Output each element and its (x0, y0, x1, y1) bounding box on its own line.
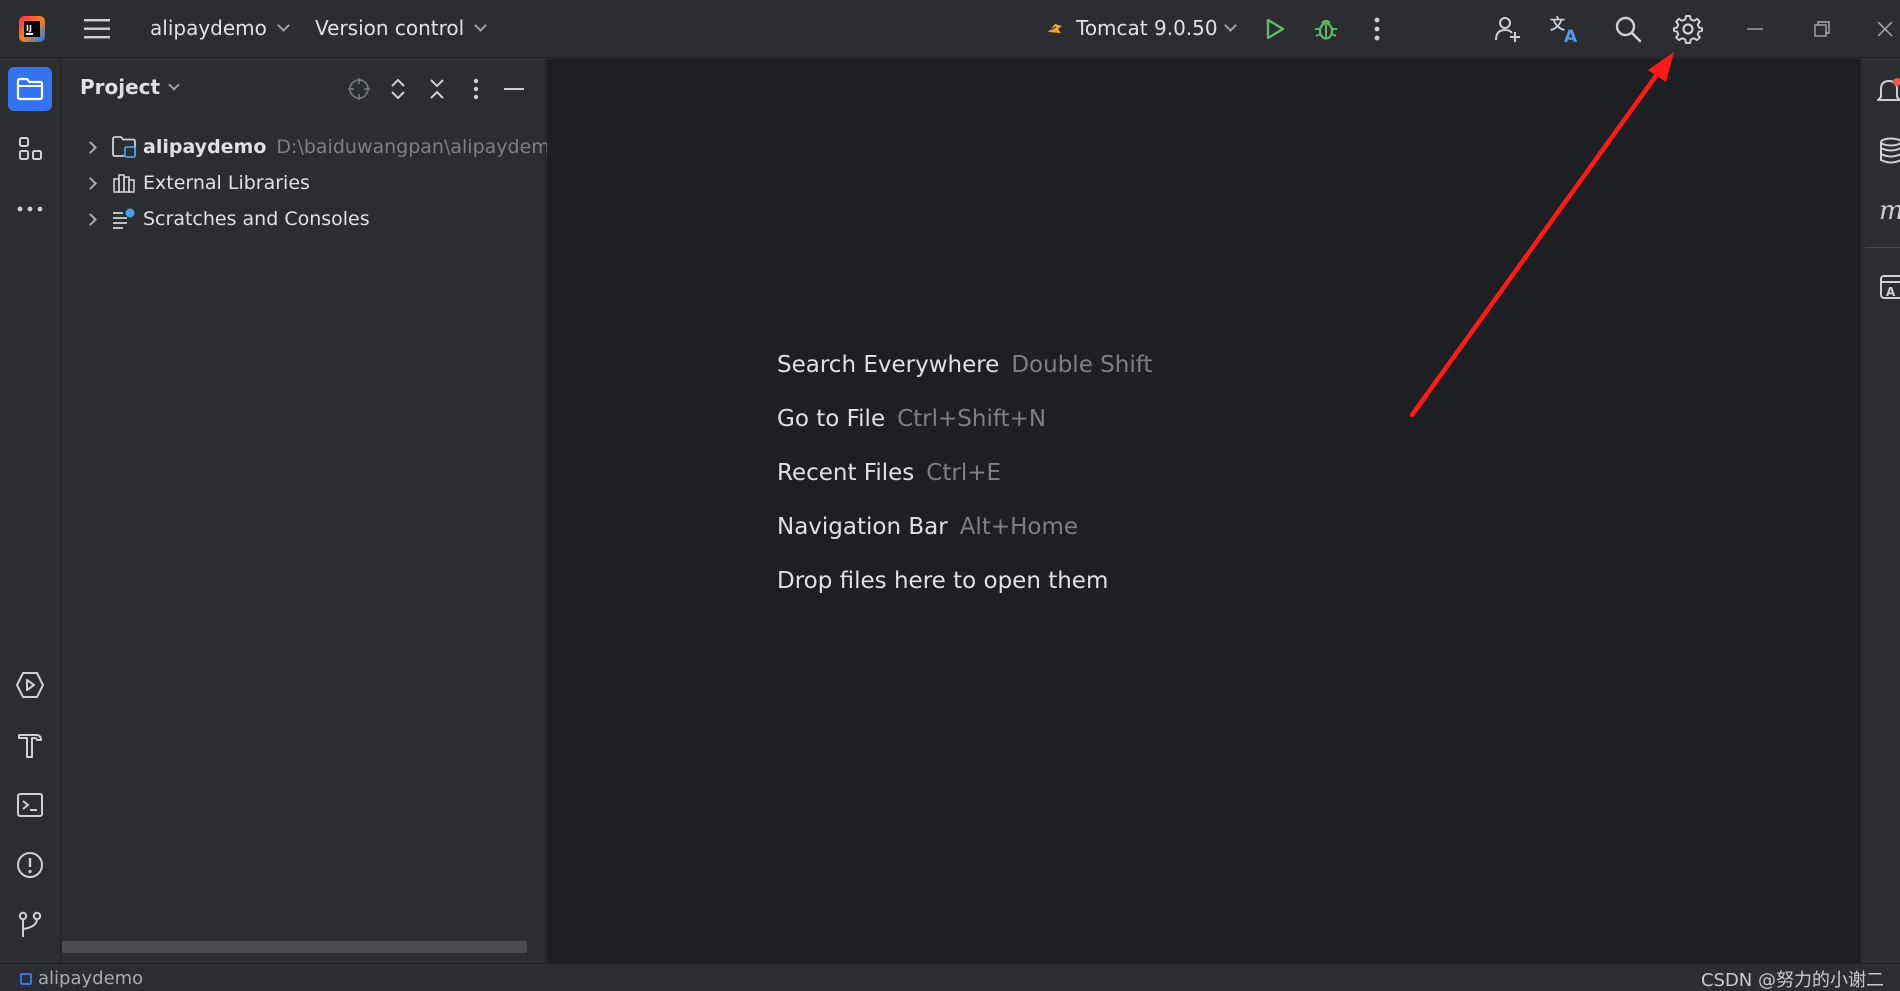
horizontal-scrollbar[interactable] (62, 941, 527, 953)
ai-assistant-icon[interactable]: A (1861, 265, 1900, 309)
expand-arrow-icon[interactable] (84, 140, 97, 154)
tree-path: D:\baiduwangpan\alipaydemo (276, 136, 562, 158)
notifications-bell-icon[interactable] (1861, 69, 1900, 113)
build-tool-button[interactable] (8, 723, 52, 767)
status-project-name: alipaydemo (38, 968, 144, 989)
left-tool-window-stripe (0, 59, 61, 963)
more-tool-windows-icon[interactable] (8, 187, 52, 231)
status-bar: alipaydemo CSDN @努力的小谢二 (0, 963, 1900, 991)
hint-go-to-file: Go to File Ctrl+Shift+N (777, 406, 1046, 432)
translate-icon[interactable]: 文 A (1548, 11, 1584, 47)
editor-empty-area[interactable]: Search Everywhere Double Shift Go to File… (547, 59, 1860, 963)
code-with-me-icon[interactable] (1490, 11, 1526, 47)
run-icon (1266, 18, 1285, 40)
run-button[interactable] (1258, 12, 1292, 46)
hint-label[interactable]: Recent Files (777, 460, 914, 486)
svg-text:A: A (1886, 285, 1896, 299)
chevron-down-icon (1223, 19, 1237, 32)
problems-icon (17, 852, 43, 878)
csdn-watermark: CSDN @努力的小谢二 (1700, 970, 1884, 991)
version-control-label: Version control (315, 16, 465, 40)
project-tool-button[interactable] (8, 67, 52, 111)
services-icon (16, 672, 44, 698)
libraries-icon (111, 170, 137, 196)
title-bar: IJ alipaydemo Version control Tomcat 9.0… (0, 0, 1900, 58)
git-branch-icon (18, 911, 42, 937)
hint-shortcut: Alt+Home (959, 514, 1079, 540)
hammer-icon (18, 734, 42, 758)
intellij-logo-icon[interactable]: IJ (14, 11, 50, 47)
settings-gear-icon[interactable] (1669, 10, 1707, 48)
version-control-menu[interactable]: Version control (315, 16, 488, 40)
hint-drop-files: Drop files here to open them (777, 568, 1108, 594)
maven-icon[interactable]: m (1861, 189, 1900, 233)
debug-button[interactable] (1308, 11, 1344, 47)
main-menu-icon[interactable] (80, 12, 114, 46)
hint-shortcut: Double Shift (1011, 352, 1153, 378)
search-icon[interactable] (1610, 11, 1646, 47)
panel-options-icon[interactable] (462, 75, 490, 103)
terminal-tool-button[interactable] (8, 783, 52, 827)
minimize-window-icon[interactable] (1738, 12, 1772, 46)
panel-title: Project (80, 75, 161, 99)
hint-shortcut: Ctrl+E (926, 460, 1002, 486)
project-tool-window: Project alipaydemo D:\baiduwangpan\alipa… (62, 59, 561, 963)
tree-label: Scratches and Consoles (143, 208, 370, 230)
svg-text:m: m (1879, 197, 1900, 225)
project-selector[interactable]: alipaydemo (150, 16, 290, 40)
run-configuration-selector[interactable]: Tomcat 9.0.50 (1046, 16, 1237, 40)
chevron-down-icon (168, 78, 180, 91)
close-window-icon[interactable] (1870, 12, 1900, 46)
hint-label: Drop files here to open them (777, 568, 1109, 594)
svg-text:A: A (1564, 27, 1578, 44)
tomcat-icon (1046, 20, 1064, 36)
select-opened-file-icon[interactable] (345, 75, 373, 103)
hint-label[interactable]: Search Everywhere (777, 352, 999, 378)
structure-icon (19, 137, 42, 160)
git-tool-button[interactable] (8, 903, 52, 947)
hint-search-everywhere: Search Everywhere Double Shift (777, 352, 1152, 378)
tree-label: alipaydemo (143, 136, 267, 158)
hint-label[interactable]: Go to File (777, 406, 885, 432)
status-breadcrumb[interactable]: alipaydemo (20, 968, 143, 989)
right-tool-window-stripe: m A (1860, 59, 1900, 963)
hint-label[interactable]: Navigation Bar (777, 514, 948, 540)
tree-node-scratches[interactable]: Scratches and Consoles (82, 203, 370, 235)
chevron-down-icon (277, 19, 290, 32)
database-icon[interactable] (1861, 129, 1900, 173)
restore-window-icon[interactable] (1805, 12, 1839, 46)
hide-panel-icon[interactable] (500, 75, 528, 103)
folder-icon (16, 77, 44, 101)
terminal-icon (17, 793, 43, 817)
project-name: alipaydemo (150, 16, 267, 40)
expand-arrow-icon[interactable] (84, 212, 97, 226)
hint-shortcut: Ctrl+Shift+N (897, 406, 1047, 432)
services-tool-button[interactable] (8, 663, 52, 707)
module-folder-icon (111, 134, 137, 160)
expand-arrow-icon[interactable] (84, 176, 97, 190)
more-actions-icon[interactable] (1360, 12, 1394, 46)
tree-node-external-libraries[interactable]: External Libraries (82, 167, 310, 199)
module-icon (20, 972, 32, 985)
bug-icon (1315, 19, 1337, 40)
svg-text:IJ: IJ (26, 24, 32, 33)
scratches-icon (111, 206, 137, 232)
tree-node-alipaydemo[interactable]: alipaydemo D:\baiduwangpan\alipaydemo (82, 131, 561, 163)
stripe-divider (1865, 247, 1900, 248)
project-view-selector[interactable]: Project (80, 75, 180, 99)
run-configuration-label: Tomcat 9.0.50 (1076, 16, 1218, 40)
structure-tool-button[interactable] (8, 127, 52, 171)
hint-recent-files: Recent Files Ctrl+E (777, 460, 1001, 486)
problems-tool-button[interactable] (8, 843, 52, 887)
collapse-all-icon[interactable] (423, 75, 451, 103)
tree-label: External Libraries (143, 172, 310, 194)
chevron-down-icon (474, 19, 488, 32)
hint-navigation-bar: Navigation Bar Alt+Home (777, 514, 1078, 540)
expand-all-icon[interactable] (384, 75, 412, 103)
